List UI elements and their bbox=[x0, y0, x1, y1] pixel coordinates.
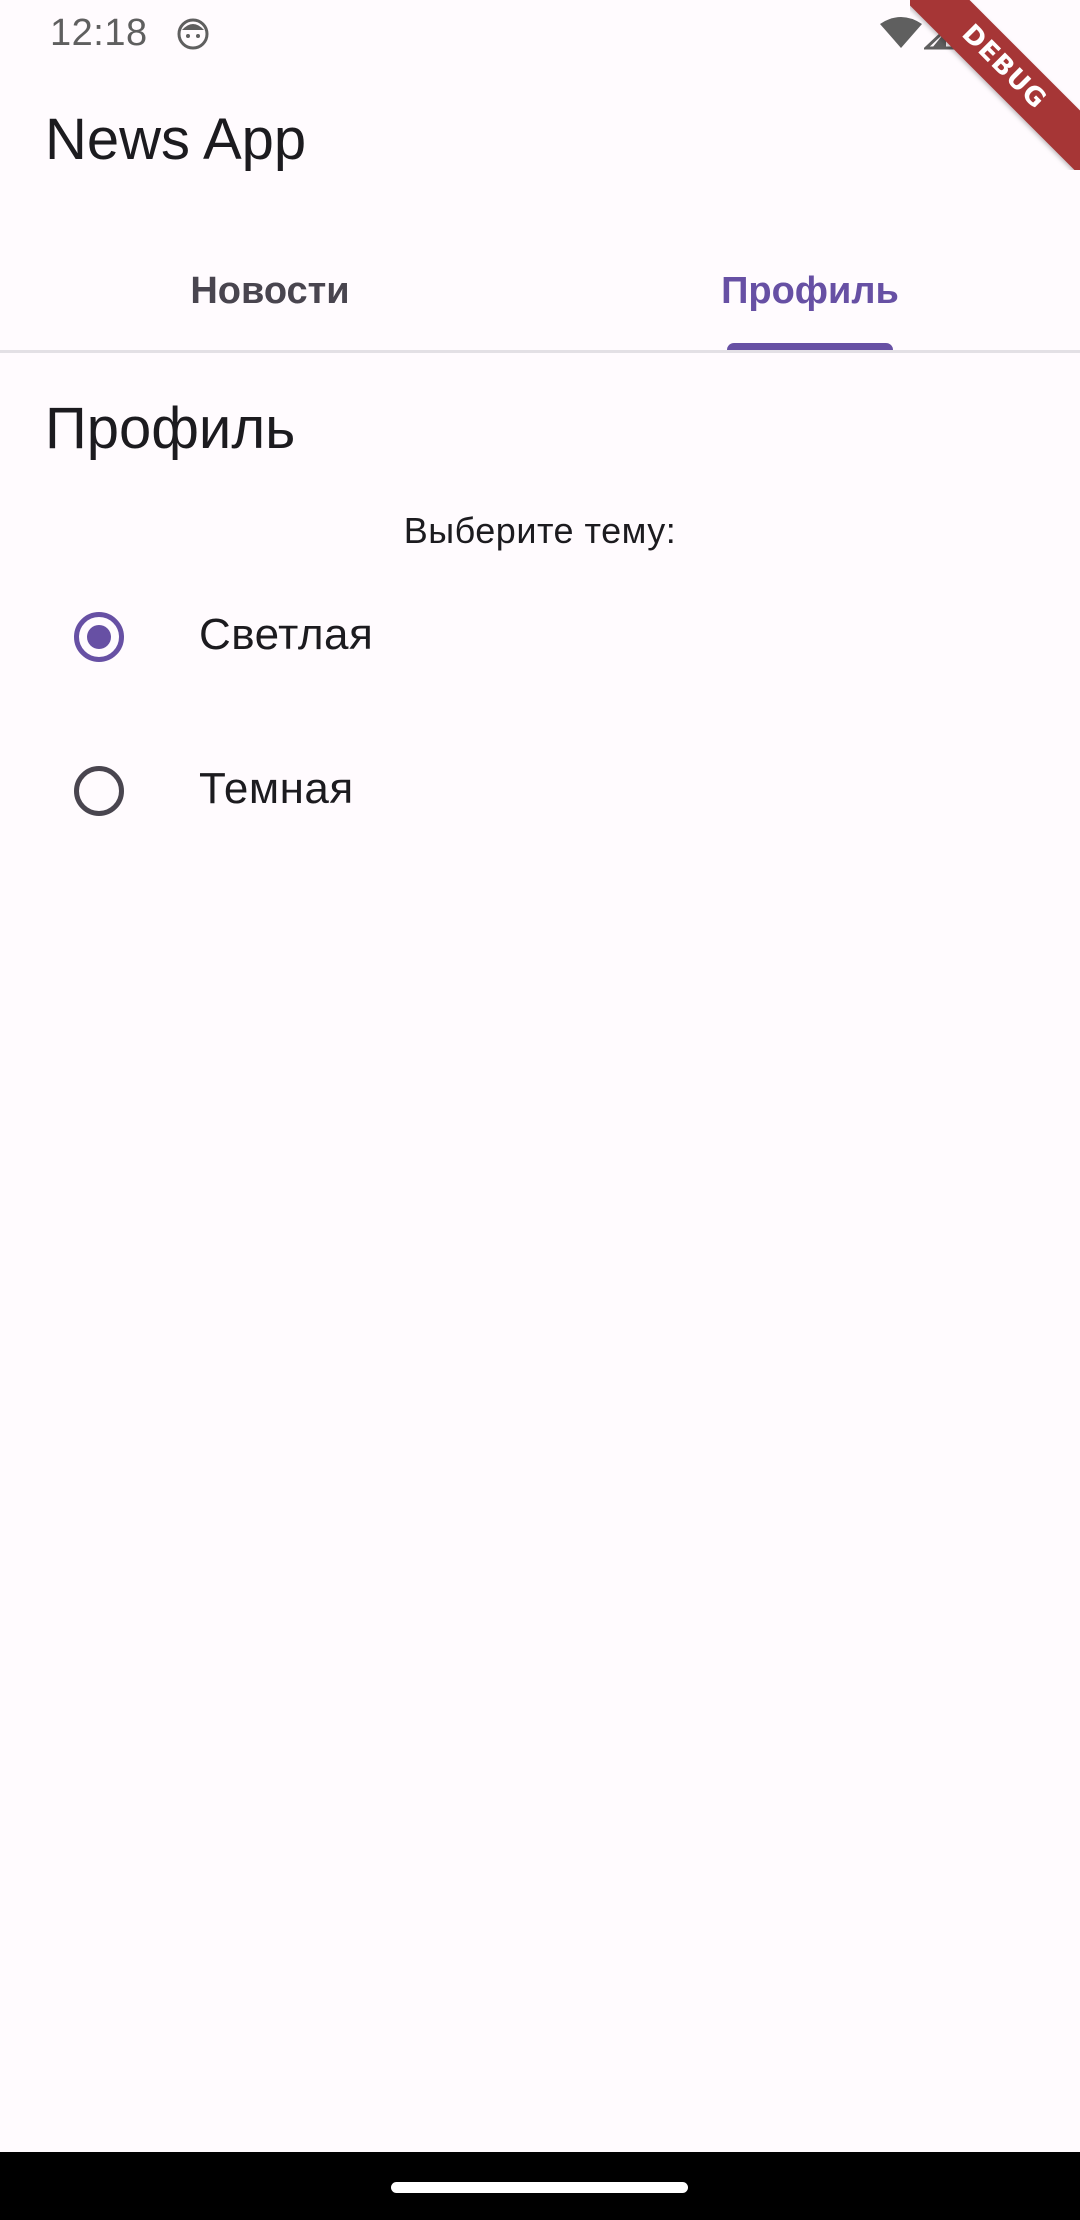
android-face-icon bbox=[177, 18, 209, 50]
cell-signal-icon bbox=[924, 16, 960, 50]
screen: 12:18 DEBUG News App Новости Профиль Про… bbox=[0, 0, 1080, 2220]
theme-option-light-label: Светлая bbox=[199, 610, 374, 659]
theme-option-dark[interactable]: Темная bbox=[0, 716, 1080, 866]
status-bar: 12:18 bbox=[0, 0, 1080, 66]
tab-bar: Новости Профиль bbox=[0, 232, 1080, 353]
tab-news[interactable]: Новости bbox=[0, 232, 540, 350]
radio-checked-icon[interactable] bbox=[74, 612, 124, 662]
status-time: 12:18 bbox=[50, 12, 148, 54]
app-title: News App bbox=[45, 107, 307, 172]
theme-option-light[interactable]: Светлая bbox=[0, 562, 1080, 712]
tab-indicator bbox=[727, 343, 893, 350]
theme-prompt-label: Выберите тему: bbox=[403, 510, 677, 551]
theme-option-dark-label: Темная bbox=[199, 764, 354, 813]
page-title: Профиль bbox=[45, 396, 296, 461]
system-nav-bar bbox=[0, 2152, 1080, 2220]
tab-profile[interactable]: Профиль bbox=[540, 232, 1080, 350]
wifi-icon bbox=[880, 17, 922, 48]
radio-unchecked-icon[interactable] bbox=[74, 766, 124, 816]
home-gesture-handle[interactable] bbox=[391, 2182, 688, 2193]
